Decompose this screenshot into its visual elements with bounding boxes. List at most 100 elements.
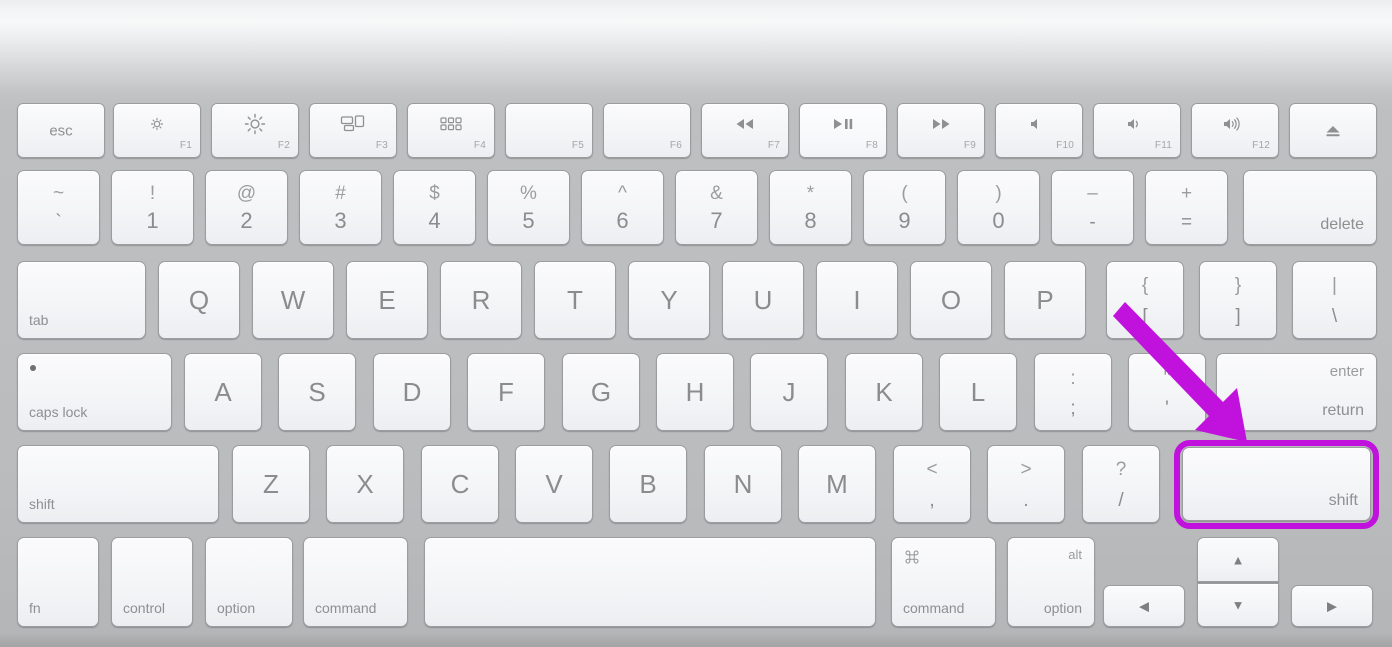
key-0[interactable]: ) 0 xyxy=(957,170,1040,245)
key-f4[interactable]: F4 xyxy=(407,103,495,158)
key-o[interactable]: O xyxy=(910,261,992,339)
key-arrow-left[interactable]: ◀ xyxy=(1103,585,1185,627)
key-esc[interactable]: esc xyxy=(17,103,105,158)
key-minus[interactable]: – - xyxy=(1051,170,1134,245)
key-arrow-down[interactable]: ▼ xyxy=(1197,583,1279,627)
key-semicolon[interactable]: : ; xyxy=(1034,353,1112,431)
key-tab[interactable]: tab xyxy=(17,261,146,339)
key-n[interactable]: N xyxy=(704,445,782,523)
key-f10[interactable]: F10 xyxy=(995,103,1083,158)
key-y[interactable]: Y xyxy=(628,261,710,339)
key-backslash-shift-label: | xyxy=(1332,274,1337,296)
key-grave[interactable]: ~ ` xyxy=(17,170,100,245)
key-t[interactable]: T xyxy=(534,261,616,339)
key-u[interactable]: U xyxy=(722,261,804,339)
key-f-label: F xyxy=(498,377,514,407)
key-fn[interactable]: fn xyxy=(17,537,99,627)
key-c[interactable]: C xyxy=(421,445,499,523)
key-9[interactable]: ( 9 xyxy=(863,170,946,245)
key-period[interactable]: > . xyxy=(987,445,1065,523)
key-1[interactable]: ! 1 xyxy=(111,170,194,245)
key-f9[interactable]: F9 xyxy=(897,103,985,158)
key-f8[interactable]: F8 xyxy=(799,103,887,158)
key-arrow-up[interactable]: ▲ xyxy=(1197,537,1279,582)
key-f10-label: F10 xyxy=(1056,140,1074,151)
key-h[interactable]: H xyxy=(656,353,734,431)
key-backslash[interactable]: | \ xyxy=(1292,261,1377,339)
key-f5[interactable]: F5 xyxy=(505,103,593,158)
arrow-up-icon: ▲ xyxy=(1231,552,1245,567)
key-comma[interactable]: < , xyxy=(893,445,971,523)
key-f6[interactable]: F6 xyxy=(603,103,691,158)
key-v[interactable]: V xyxy=(515,445,593,523)
key-p[interactable]: P xyxy=(1004,261,1086,339)
key-3[interactable]: # 3 xyxy=(299,170,382,245)
key-f1[interactable]: F1 xyxy=(113,103,201,158)
key-a[interactable]: A xyxy=(184,353,262,431)
key-space[interactable] xyxy=(424,537,876,627)
key-0-shift-label: ) xyxy=(995,183,1002,205)
key-bracketleft[interactable]: { [ xyxy=(1106,261,1184,339)
key-eject[interactable] xyxy=(1289,103,1377,158)
key-command-right[interactable]: command xyxy=(891,537,996,627)
key-shift-left[interactable]: shift xyxy=(17,445,219,523)
key-f7[interactable]: F7 xyxy=(701,103,789,158)
key-7[interactable]: & 7 xyxy=(675,170,758,245)
key-f[interactable]: F xyxy=(467,353,545,431)
key-bracketright[interactable]: } ] xyxy=(1199,261,1277,339)
key-option-left[interactable]: option xyxy=(205,537,293,627)
key-return-enter-label: enter xyxy=(1329,363,1364,380)
key-i[interactable]: I xyxy=(816,261,898,339)
key-bracketright-label: ] xyxy=(1235,305,1241,327)
key-g[interactable]: G xyxy=(562,353,640,431)
key-minus-shift-label: – xyxy=(1087,183,1098,205)
key-x[interactable]: X xyxy=(326,445,404,523)
key-delete[interactable]: delete xyxy=(1243,170,1377,245)
key-5[interactable]: % 5 xyxy=(487,170,570,245)
key-f12[interactable]: F12 xyxy=(1191,103,1279,158)
key-2[interactable]: @ 2 xyxy=(205,170,288,245)
key-m[interactable]: M xyxy=(798,445,876,523)
key-equal[interactable]: + = xyxy=(1145,170,1228,245)
key-z[interactable]: Z xyxy=(232,445,310,523)
key-q[interactable]: Q xyxy=(158,261,240,339)
key-5-label: 5 xyxy=(522,208,535,234)
key-f3[interactable]: F3 xyxy=(309,103,397,158)
key-f2[interactable]: F2 xyxy=(211,103,299,158)
key-control[interactable]: control xyxy=(111,537,193,627)
key-shift-right[interactable]: shift xyxy=(1182,447,1371,521)
key-capslock[interactable]: caps lock xyxy=(17,353,172,431)
launchpad-icon xyxy=(408,115,494,133)
key-r[interactable]: R xyxy=(440,261,522,339)
key-return[interactable]: enter return xyxy=(1216,353,1377,431)
key-command-left-label: command xyxy=(315,600,377,616)
key-l[interactable]: L xyxy=(939,353,1017,431)
key-d[interactable]: D xyxy=(373,353,451,431)
key-f11[interactable]: F11 xyxy=(1093,103,1181,158)
key-j[interactable]: J xyxy=(750,353,828,431)
key-command-left[interactable]: command xyxy=(303,537,408,627)
key-e[interactable]: E xyxy=(346,261,428,339)
key-8[interactable]: * 8 xyxy=(769,170,852,245)
key-quote[interactable]: " ' xyxy=(1128,353,1206,431)
key-option-right[interactable]: alt option xyxy=(1007,537,1095,627)
key-b-label: B xyxy=(639,469,657,499)
key-w[interactable]: W xyxy=(252,261,334,339)
volume-up-icon xyxy=(1192,116,1278,132)
key-a-label: A xyxy=(214,377,232,407)
key-s[interactable]: S xyxy=(278,353,356,431)
key-x-label: X xyxy=(356,469,374,499)
key-k[interactable]: K xyxy=(845,353,923,431)
brightness-up-icon xyxy=(212,111,298,137)
arrow-down-icon: ▼ xyxy=(1231,597,1245,613)
key-u-label: U xyxy=(753,285,773,315)
key-1-shift-label: ! xyxy=(149,183,156,205)
key-arrow-right[interactable]: ▶ xyxy=(1291,585,1373,627)
key-y-label: Y xyxy=(660,285,678,315)
key-quote-shift-label: " xyxy=(1163,368,1171,390)
key-b[interactable]: B xyxy=(609,445,687,523)
key-command-right-label: command xyxy=(903,600,965,616)
key-6[interactable]: ^ 6 xyxy=(581,170,664,245)
key-slash[interactable]: ? / xyxy=(1082,445,1160,523)
key-4[interactable]: $ 4 xyxy=(393,170,476,245)
